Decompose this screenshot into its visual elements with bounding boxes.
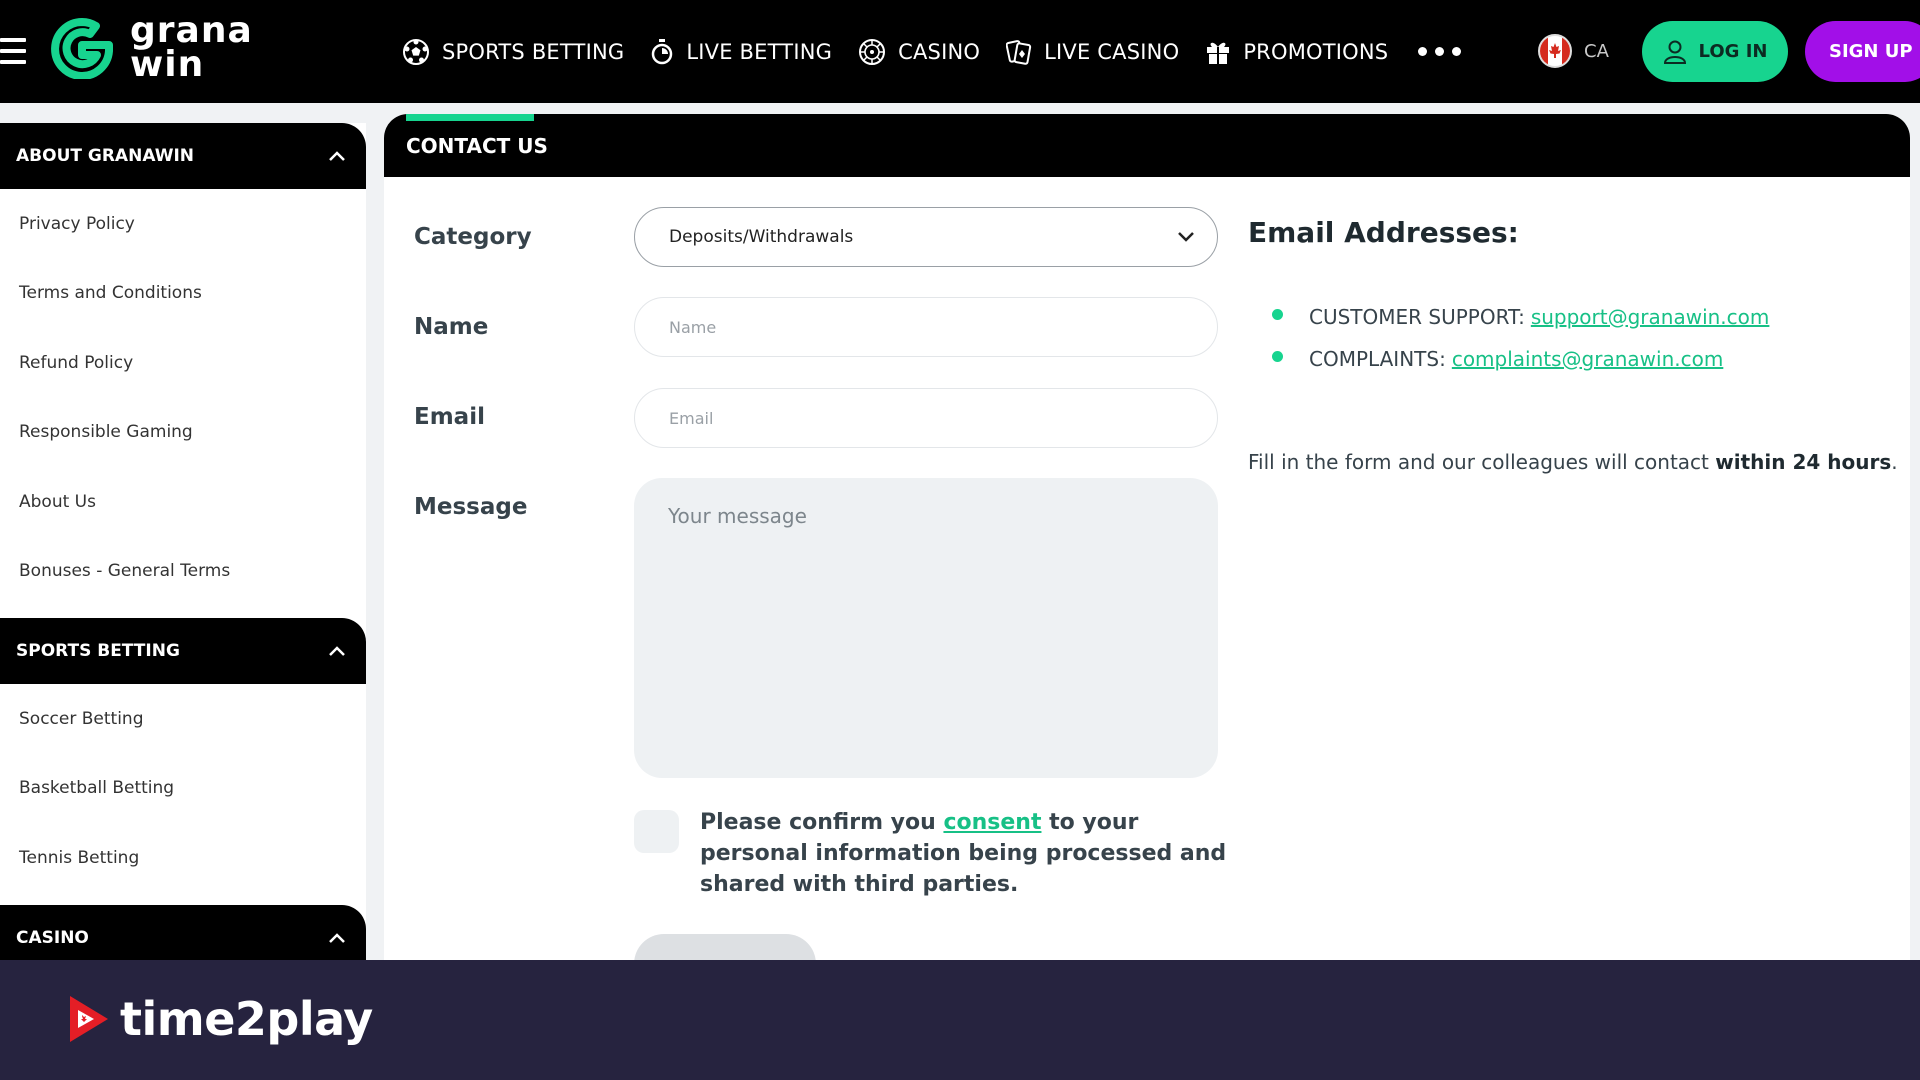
email-label: COMPLAINTS: [1309, 347, 1446, 371]
list-item: CUSTOMER SUPPORT: support@granawin.com [1272, 296, 1769, 338]
cards-icon [1006, 39, 1032, 65]
nav-promotions[interactable]: PROMOTIONS [1205, 38, 1388, 66]
gift-icon [1207, 42, 1230, 64]
time2play-banner: time2play [0, 960, 1920, 1080]
list-item: COMPLAINTS: complaints@granawin.com [1272, 338, 1769, 380]
sidebar-item-tennis-betting[interactable]: Tennis Betting [0, 823, 366, 893]
category-selected-value: Deposits/Withdrawals [669, 227, 854, 247]
consent-link[interactable]: consent [943, 810, 1041, 835]
sidebar-item-bonuses-general-terms[interactable]: Bonuses - General Terms [0, 537, 366, 607]
consent-text-before: Please confirm you [700, 810, 944, 835]
chevron-up-icon [329, 932, 345, 943]
category-select[interactable]: Deposits/Withdrawals [634, 207, 1218, 267]
name-label: Name [414, 314, 489, 340]
locale-selector[interactable]: CA [1538, 34, 1609, 68]
main-nav: SPORTS BETTING LIVE BETTING CASINO LIVE … [402, 0, 1462, 103]
nav-label: LIVE CASINO [1044, 39, 1180, 64]
logo-line-2: win [130, 44, 205, 85]
sidebar-item-terms-and-conditions[interactable]: Terms and Conditions [0, 259, 366, 329]
sidebar-section-title: SPORTS BETTING [16, 641, 180, 661]
sidebar-item-responsible-gaming[interactable]: Responsible Gaming [0, 398, 366, 468]
time2play-wordmark: time2play [120, 992, 373, 1046]
complaints-email-link[interactable]: complaints@granawin.com [1452, 347, 1723, 371]
bullet-icon [1272, 308, 1283, 320]
email-addresses-title: Email Addresses: [1248, 216, 1519, 249]
nav-label: CASINO [898, 39, 981, 64]
sidebar-item-soccer-betting[interactable]: Soccer Betting [0, 684, 366, 754]
logo-line-1: grana [130, 10, 253, 51]
canada-flag-icon [1538, 34, 1572, 68]
locale-code: CA [1584, 40, 1609, 62]
support-email-link[interactable]: support@granawin.com [1531, 305, 1770, 329]
contact-us-panel: CONTACT US Category Deposits/Withdrawals… [384, 114, 1910, 960]
granawin-logo-mark-icon [51, 18, 113, 79]
email-input[interactable]: Email [634, 388, 1218, 448]
note-text: Fill in the form and our colleagues will… [1248, 450, 1716, 474]
name-input[interactable]: Name [634, 297, 1218, 357]
category-label: Category [414, 224, 532, 250]
sidebar-section-about-granawin[interactable]: ABOUT GRANAWIN [0, 123, 366, 189]
chevron-down-icon [1178, 232, 1194, 242]
granawin-logo-text: grana win [130, 10, 253, 85]
nav-sports-betting[interactable]: SPORTS BETTING [402, 38, 624, 66]
name-placeholder: Name [669, 317, 717, 337]
sidebar-item-privacy-policy[interactable]: Privacy Policy [0, 189, 366, 259]
time2play-play-icon [70, 996, 108, 1042]
nav-live-betting[interactable]: LIVE BETTING [650, 38, 832, 66]
stopwatch-icon [652, 38, 673, 64]
note-bold-text: within 24 hours [1715, 450, 1892, 474]
signup-label: SIGN UP [1829, 41, 1913, 62]
consent-checkbox[interactable] [634, 810, 679, 853]
sidebar-item-basketball-betting[interactable]: Basketball Betting [0, 754, 366, 824]
email-label: CUSTOMER SUPPORT: [1309, 305, 1525, 329]
login-label: LOG IN [1698, 41, 1768, 62]
chevron-up-icon [329, 646, 345, 656]
soccer-ball-icon [403, 38, 429, 65]
email-placeholder: Email [669, 408, 714, 428]
sidebar-section-casino[interactable]: CASINO [0, 904, 366, 960]
user-icon [1663, 40, 1686, 64]
login-button[interactable]: LOG IN [1642, 21, 1788, 82]
nav-label: LIVE BETTING [686, 39, 833, 64]
time2play-logo: time2play [64, 992, 373, 1046]
hamburger-menu-icon[interactable] [0, 38, 26, 64]
nav-label: PROMOTIONS [1243, 39, 1389, 64]
nav-label: SPORTS BETTING [442, 39, 625, 64]
submit-button[interactable] [634, 934, 816, 960]
header-accent-bar [406, 114, 534, 121]
sidebar-section-title: ABOUT GRANAWIN [16, 146, 195, 166]
nav-casino[interactable]: CASINO [858, 38, 980, 66]
response-time-note: Fill in the form and our colleagues will… [1248, 450, 1898, 474]
bullet-icon [1272, 350, 1283, 362]
nav-live-casino[interactable]: LIVE CASINO [1006, 38, 1179, 66]
message-label: Message [414, 494, 528, 520]
sidebar-item-refund-policy[interactable]: Refund Policy [0, 328, 366, 398]
page-title: CONTACT US [406, 133, 548, 158]
email-label: Email [414, 404, 485, 430]
email-addresses-list: CUSTOMER SUPPORT: support@granawin.com C… [1272, 296, 1769, 380]
top-navigation-bar: grana win SPORTS BETTING LIVE BETTING CA… [0, 0, 1920, 103]
note-text-end: . [1891, 450, 1898, 474]
roulette-icon [859, 38, 886, 65]
panel-header: CONTACT US [384, 114, 1910, 177]
sidebar-section-sports-betting[interactable]: SPORTS BETTING [0, 618, 366, 684]
consent-text: Please confirm you consent to your perso… [700, 807, 1240, 900]
more-options-icon[interactable] [1418, 47, 1462, 56]
sidebar: ABOUT GRANAWIN Privacy Policy Terms and … [0, 123, 366, 960]
message-placeholder: Your message [668, 504, 807, 528]
granawin-logo[interactable]: grana win [48, 10, 253, 85]
sidebar-item-about-us[interactable]: About Us [0, 467, 366, 537]
message-textarea[interactable]: Your message [634, 478, 1218, 778]
signup-button[interactable]: SIGN UP [1805, 21, 1920, 82]
sidebar-section-title: CASINO [16, 927, 89, 948]
chevron-up-icon [329, 151, 345, 161]
